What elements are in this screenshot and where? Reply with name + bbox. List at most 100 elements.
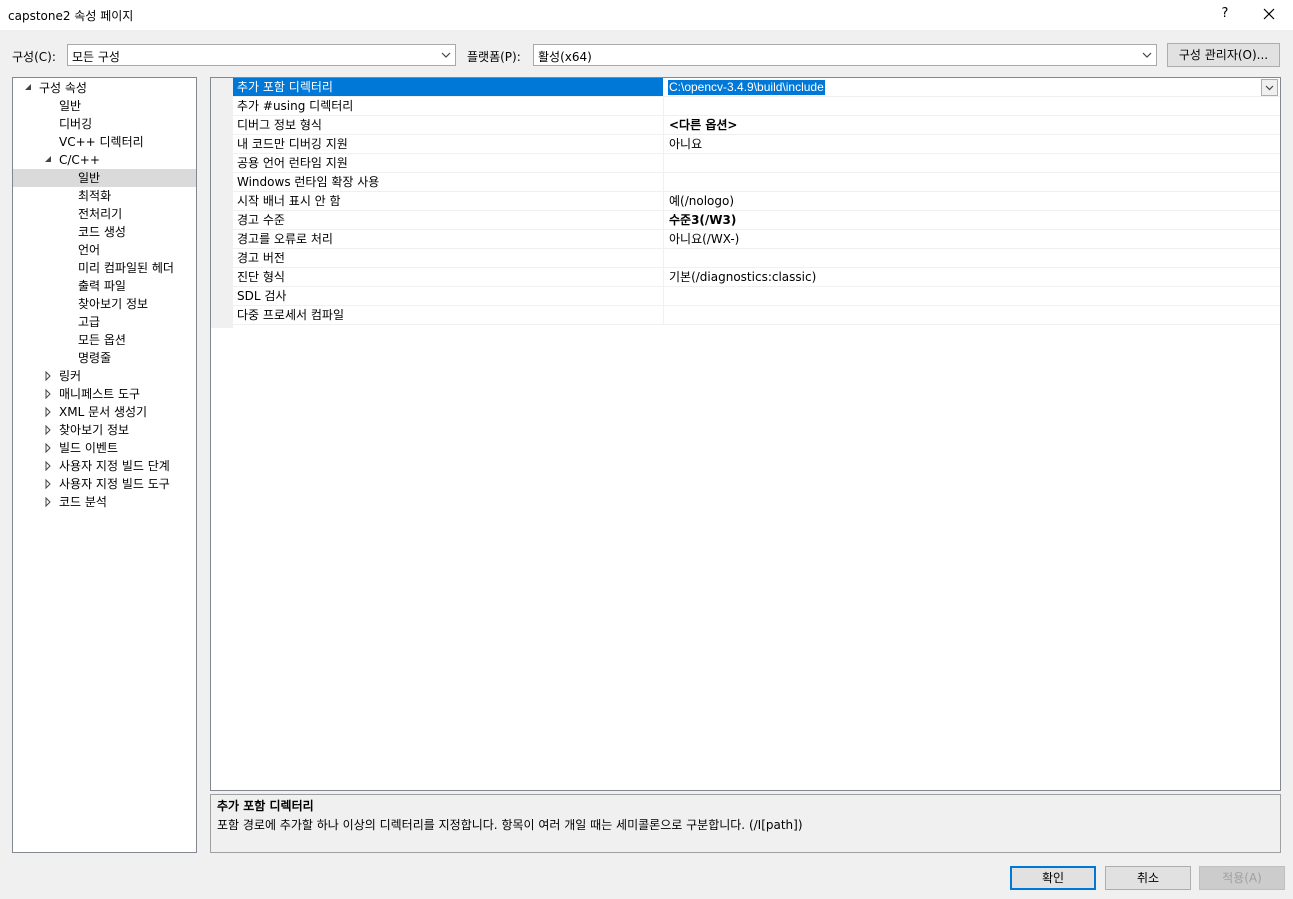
tree-item[interactable]: 명령줄 xyxy=(13,349,196,367)
property-name[interactable]: 시작 배너 표시 안 함 xyxy=(233,192,663,211)
tree-item[interactable]: 고급 xyxy=(13,313,196,331)
tree-item-label: 구성 속성 xyxy=(39,81,87,95)
tree-item-label: 사용자 지정 빌드 단계 xyxy=(59,459,170,473)
property-row[interactable]: 공용 언어 런타임 지원 xyxy=(211,154,1280,173)
property-grid[interactable]: 추가 포함 디렉터리 C:\opencv-3.4.9\build\include 추… xyxy=(210,77,1281,791)
tree-item[interactable]: 사용자 지정 빌드 단계 xyxy=(13,457,196,475)
property-name[interactable]: 추가 #using 디렉터리 xyxy=(233,97,663,116)
ok-button[interactable]: 확인 xyxy=(1010,866,1096,890)
property-name[interactable]: SDL 검사 xyxy=(233,287,663,306)
property-row[interactable]: 추가 #using 디렉터리 xyxy=(211,97,1280,116)
property-name[interactable]: 진단 형식 xyxy=(233,268,663,287)
cancel-button[interactable]: 취소 xyxy=(1105,866,1191,890)
property-name[interactable]: 공용 언어 런타임 지원 xyxy=(233,154,663,173)
property-name[interactable]: 디버그 정보 형식 xyxy=(233,116,663,135)
tree-item[interactable]: 코드 분석 xyxy=(13,493,196,511)
property-value-editor[interactable]: C:\opencv-3.4.9\build\include xyxy=(663,78,1280,97)
tree-item[interactable]: 모든 옵션 xyxy=(13,331,196,349)
property-name[interactable]: 경고 수준 xyxy=(233,211,663,230)
tree-item-label: 코드 분석 xyxy=(59,495,107,509)
tree-item[interactable]: 구성 속성 xyxy=(13,79,196,97)
property-tree[interactable]: 구성 속성 일반 디버깅 VC++ 디렉터리 C/C++ 일반 최적화 전처리기 코드 생성 언어… xyxy=(12,77,197,853)
tree-item[interactable]: 일반 xyxy=(13,169,196,187)
property-value[interactable]: 아니요(/WX-) xyxy=(663,230,1280,249)
property-value[interactable] xyxy=(663,97,1280,116)
property-row[interactable]: 디버그 정보 형식 <다른 옵션> xyxy=(211,116,1280,135)
property-value[interactable] xyxy=(663,287,1280,306)
config-select[interactable]: 모든 구성 xyxy=(67,44,456,66)
tree-item[interactable]: C/C++ xyxy=(13,151,196,169)
property-name[interactable]: 경고를 오류로 처리 xyxy=(233,230,663,249)
property-value[interactable]: 아니요 xyxy=(663,135,1280,154)
collapsed-triangle-icon[interactable] xyxy=(43,475,53,493)
tree-item[interactable]: 미리 컴파일된 헤더 xyxy=(13,259,196,277)
config-manager-button[interactable]: 구성 관리자(O)... xyxy=(1167,43,1280,67)
property-value[interactable] xyxy=(663,306,1280,325)
tree-item[interactable]: VC++ 디렉터리 xyxy=(13,133,196,151)
collapsed-triangle-icon[interactable] xyxy=(43,403,53,421)
tree-item[interactable]: 찾아보기 정보 xyxy=(13,421,196,439)
tree-item-label: C/C++ xyxy=(59,153,100,167)
expanded-triangle-icon[interactable] xyxy=(23,79,33,97)
config-label: 구성(C): xyxy=(12,50,56,64)
tree-item[interactable]: 코드 생성 xyxy=(13,223,196,241)
help-button[interactable]: ? xyxy=(1218,6,1232,21)
tree-item[interactable]: 빌드 이벤트 xyxy=(13,439,196,457)
tree-item-label: VC++ 디렉터리 xyxy=(59,135,144,149)
tree-item[interactable]: 언어 xyxy=(13,241,196,259)
tree-item[interactable]: 전처리기 xyxy=(13,205,196,223)
tree-item[interactable]: 최적화 xyxy=(13,187,196,205)
tree-item-label: 명령줄 xyxy=(78,351,112,365)
property-value[interactable]: C:\opencv-3.4.9\build\include xyxy=(668,80,825,95)
property-name[interactable]: Windows 런타임 확장 사용 xyxy=(233,173,663,192)
property-name[interactable]: 다중 프로세서 컴파일 xyxy=(233,306,663,325)
expanded-triangle-icon[interactable] xyxy=(43,151,53,169)
property-name[interactable]: 추가 포함 디렉터리 xyxy=(233,78,663,97)
property-row[interactable]: SDL 검사 xyxy=(211,287,1280,306)
collapsed-triangle-icon[interactable] xyxy=(43,457,53,475)
property-value[interactable] xyxy=(663,249,1280,268)
platform-select[interactable]: 활성(x64) xyxy=(533,44,1157,66)
property-row[interactable]: 추가 포함 디렉터리 C:\opencv-3.4.9\build\include xyxy=(211,78,1280,97)
title-bar: capstone2 속성 페이지 ? xyxy=(0,0,1293,30)
tree-item[interactable]: 찾아보기 정보 xyxy=(13,295,196,313)
tree-item-label: 전처리기 xyxy=(78,207,123,221)
tree-item[interactable]: 사용자 지정 빌드 도구 xyxy=(13,475,196,493)
property-row[interactable]: 경고 버전 xyxy=(211,249,1280,268)
tree-item[interactable]: 출력 파일 xyxy=(13,277,196,295)
property-name[interactable]: 내 코드만 디버깅 지원 xyxy=(233,135,663,154)
tree-item-label: 고급 xyxy=(78,315,101,329)
tree-item[interactable]: 일반 xyxy=(13,97,196,115)
property-value[interactable] xyxy=(663,173,1280,192)
collapsed-triangle-icon[interactable] xyxy=(43,421,53,439)
property-row[interactable]: 경고 수준 수준3(/W3) xyxy=(211,211,1280,230)
chevron-down-icon[interactable] xyxy=(1261,79,1278,96)
tree-item[interactable]: 매니페스트 도구 xyxy=(13,385,196,403)
tree-item[interactable]: 디버깅 xyxy=(13,115,196,133)
property-row[interactable]: 시작 배너 표시 안 함 예(/nologo) xyxy=(211,192,1280,211)
property-name[interactable]: 경고 버전 xyxy=(233,249,663,268)
property-row[interactable]: Windows 런타임 확장 사용 xyxy=(211,173,1280,192)
property-value[interactable]: 수준3(/W3) xyxy=(663,211,1280,230)
collapsed-triangle-icon[interactable] xyxy=(43,385,53,403)
collapsed-triangle-icon[interactable] xyxy=(43,493,53,511)
property-row[interactable]: 내 코드만 디버깅 지원 아니요 xyxy=(211,135,1280,154)
tree-item[interactable]: XML 문서 생성기 xyxy=(13,403,196,421)
property-row[interactable]: 다중 프로세서 컴파일 xyxy=(211,306,1280,325)
property-row[interactable]: 경고를 오류로 처리 아니요(/WX-) xyxy=(211,230,1280,249)
tree-item-label: 최적화 xyxy=(78,189,112,203)
property-row[interactable]: 진단 형식 기본(/diagnostics:classic) xyxy=(211,268,1280,287)
tree-item-label: 일반 xyxy=(78,171,101,185)
tree-item-label: 일반 xyxy=(59,99,82,113)
apply-button[interactable]: 적용(A) xyxy=(1199,866,1285,890)
property-value[interactable]: <다른 옵션> xyxy=(663,116,1280,135)
tree-item-label: 찾아보기 정보 xyxy=(59,423,130,437)
collapsed-triangle-icon[interactable] xyxy=(43,439,53,457)
tree-item[interactable]: 링커 xyxy=(13,367,196,385)
property-value[interactable]: 기본(/diagnostics:classic) xyxy=(663,268,1280,287)
collapsed-triangle-icon[interactable] xyxy=(43,367,53,385)
property-value[interactable] xyxy=(663,154,1280,173)
close-icon[interactable] xyxy=(1260,3,1278,25)
row-divider xyxy=(233,324,1280,325)
property-value[interactable]: 예(/nologo) xyxy=(663,192,1280,211)
